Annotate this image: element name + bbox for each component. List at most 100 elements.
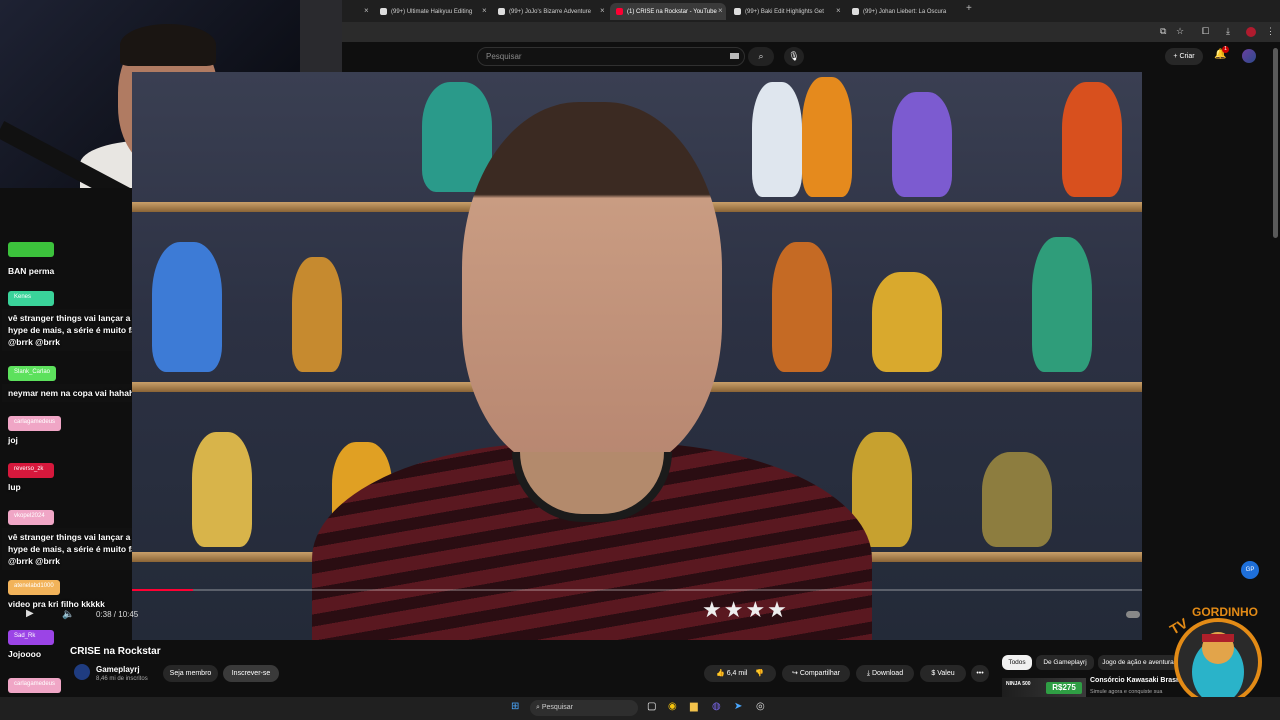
- jersey-stars: ★★★★: [702, 597, 789, 622]
- taskbar-search[interactable]: ⌕ Pesquisar: [530, 700, 638, 716]
- new-tab-icon[interactable]: +: [966, 3, 972, 14]
- ad-subtitle: Simule agora e conquiste sua: [1090, 689, 1163, 695]
- dislike-icon[interactable]: 👎: [755, 670, 764, 677]
- volume-icon[interactable]: 🔈: [62, 609, 74, 620]
- chrome-icon[interactable]: ◉: [668, 701, 677, 712]
- progress-bar-fill: [132, 589, 193, 591]
- windows-start-icon[interactable]: ⊞: [511, 701, 519, 712]
- downloads-icon[interactable]: ⤓: [1226, 26, 1230, 37]
- telegram-icon[interactable]: ➤: [734, 701, 742, 712]
- discord-icon[interactable]: ◍: [712, 701, 721, 712]
- chat-text: joj: [8, 435, 18, 445]
- browser-tab[interactable]: (99+) Johan Liebert: La Oscura: [846, 3, 962, 20]
- download-button[interactable]: ⤓ Download: [856, 665, 914, 682]
- download-label: Download: [871, 670, 904, 677]
- chat-username[interactable]: carlagamedeus: [8, 678, 62, 693]
- channel-watermark-icon[interactable]: GP: [1241, 561, 1259, 579]
- search-icon: ⌕: [536, 704, 540, 711]
- chat-text: lup: [8, 482, 21, 492]
- notification-badge: 1: [1222, 46, 1229, 53]
- subscribe-button[interactable]: Inscrever-se: [223, 665, 279, 682]
- browser-tab[interactable]: (99+) JoJo's Bizarre Adventure: [492, 3, 608, 20]
- chat-text: BAN perma: [8, 266, 55, 276]
- tab-close-icon[interactable]: ×: [364, 6, 369, 15]
- figurine: [292, 257, 342, 372]
- chat-username[interactable]: Sad_Rk: [8, 630, 54, 645]
- tab-close-icon[interactable]: ×: [718, 6, 723, 15]
- like-icon[interactable]: 👍: [716, 670, 725, 677]
- windows-taskbar: ⊞ ⌕ Pesquisar ▢ ◉ ▆ ◍ ➤ ◎: [0, 697, 1280, 720]
- figurine: [982, 452, 1052, 547]
- browser-tab[interactable]: (1) CRISE na Rockstar - YouTube: [610, 3, 726, 20]
- task-view-icon[interactable]: ▢: [647, 701, 656, 712]
- channel-name[interactable]: Gameplayrj: [96, 665, 140, 674]
- video-player[interactable]: ★★★★: [132, 72, 1142, 640]
- thanks-icon: $: [931, 670, 936, 677]
- search-input[interactable]: Pesquisar: [477, 47, 745, 66]
- autoplay-toggle[interactable]: [1126, 611, 1140, 618]
- more-actions-button[interactable]: •••: [971, 665, 989, 682]
- download-icon: ⤓: [866, 670, 870, 677]
- tiktok-icon: [498, 8, 505, 15]
- search-icon: ⌕: [758, 51, 764, 61]
- tab-title: (99+) JoJo's Bizarre Adventure: [509, 8, 592, 15]
- play-icon[interactable]: ▶: [26, 608, 34, 619]
- voice-search-button[interactable]: 🎙: [784, 47, 804, 66]
- tab-close-icon[interactable]: ×: [482, 6, 487, 15]
- tab-title: (99+) Johan Liebert: La Oscura: [863, 8, 947, 15]
- figurine: [192, 432, 252, 547]
- tab-close-icon[interactable]: ×: [836, 6, 841, 15]
- chat-username[interactable]: Kenes: [8, 291, 54, 306]
- share-label: Compartilhar: [799, 670, 840, 677]
- like-count[interactable]: 6,4 mil: [727, 670, 748, 677]
- cast-icon[interactable]: ⧉: [1160, 26, 1166, 37]
- search-button[interactable]: ⌕: [748, 47, 774, 66]
- chat-text: video pra kri filho kkkkk: [8, 599, 105, 609]
- browser-tab[interactable]: (99+) Ultimate Haikyuu Editing: [374, 3, 490, 20]
- chat-username[interactable]: vkopel2024: [8, 510, 54, 525]
- tiktok-icon: [734, 8, 741, 15]
- user-avatar[interactable]: [1242, 49, 1256, 63]
- chat-username[interactable]: [8, 242, 54, 257]
- figurine: [1062, 82, 1122, 197]
- keyboard-icon[interactable]: [730, 53, 739, 59]
- figurine: [802, 77, 852, 197]
- extensions-icon[interactable]: ⧠: [1202, 26, 1209, 37]
- create-label: Criar: [1179, 53, 1195, 60]
- channel-avatar[interactable]: [74, 664, 90, 680]
- create-button[interactable]: + Criar: [1165, 48, 1203, 65]
- join-button[interactable]: Seja membro: [163, 665, 218, 682]
- app-icon[interactable]: ◎: [756, 701, 765, 712]
- file-explorer-icon[interactable]: ▆: [690, 701, 698, 712]
- chat-message: reverso_zklup: [8, 457, 54, 493]
- tiktok-icon: [380, 8, 387, 15]
- browser-tab[interactable]: (99+) Baki Edit Highlights Get: [728, 3, 844, 20]
- figurine: [1032, 237, 1092, 372]
- youtube-icon: [616, 8, 623, 15]
- browser-menu-icon[interactable]: ⋮: [1266, 26, 1275, 37]
- chat-username[interactable]: carlagamedeus: [8, 416, 62, 431]
- page-scrollbar[interactable]: [1273, 48, 1278, 238]
- figurine: [872, 272, 942, 372]
- progress-bar[interactable]: [132, 589, 1142, 591]
- chat-username[interactable]: atenelabd1000: [8, 580, 60, 595]
- filter-chip[interactable]: De Gameplayrj: [1036, 655, 1094, 670]
- ad-price: R$275: [1046, 682, 1082, 694]
- chat-username[interactable]: reverso_zk: [8, 463, 54, 478]
- profile-avatar[interactable]: [1246, 27, 1256, 37]
- tab-title: (99+) Ultimate Haikyuu Editing: [391, 8, 473, 15]
- thanks-button[interactable]: $ Valeu: [920, 665, 966, 682]
- person-head: [462, 102, 722, 472]
- tab-close-icon[interactable]: ×: [600, 6, 605, 15]
- chat-username[interactable]: Slank_Carlao: [8, 366, 57, 381]
- chat-message: carlagamedeus joj: [8, 410, 62, 446]
- tab-title: (99+) Baki Edit Highlights Get: [745, 8, 824, 15]
- filter-chip[interactable]: Todos: [1002, 655, 1032, 670]
- svg-text:GORDINHO: GORDINHO: [1192, 605, 1258, 619]
- bookmark-star-icon[interactable]: ☆: [1176, 26, 1184, 37]
- tiktok-icon: [852, 8, 859, 15]
- chat-message: atenelabd1000 video pra kri filho kkkkk: [8, 574, 105, 610]
- figurine: [772, 242, 832, 372]
- share-button[interactable]: ↪ Compartilhar: [782, 665, 850, 682]
- figurine: [892, 92, 952, 197]
